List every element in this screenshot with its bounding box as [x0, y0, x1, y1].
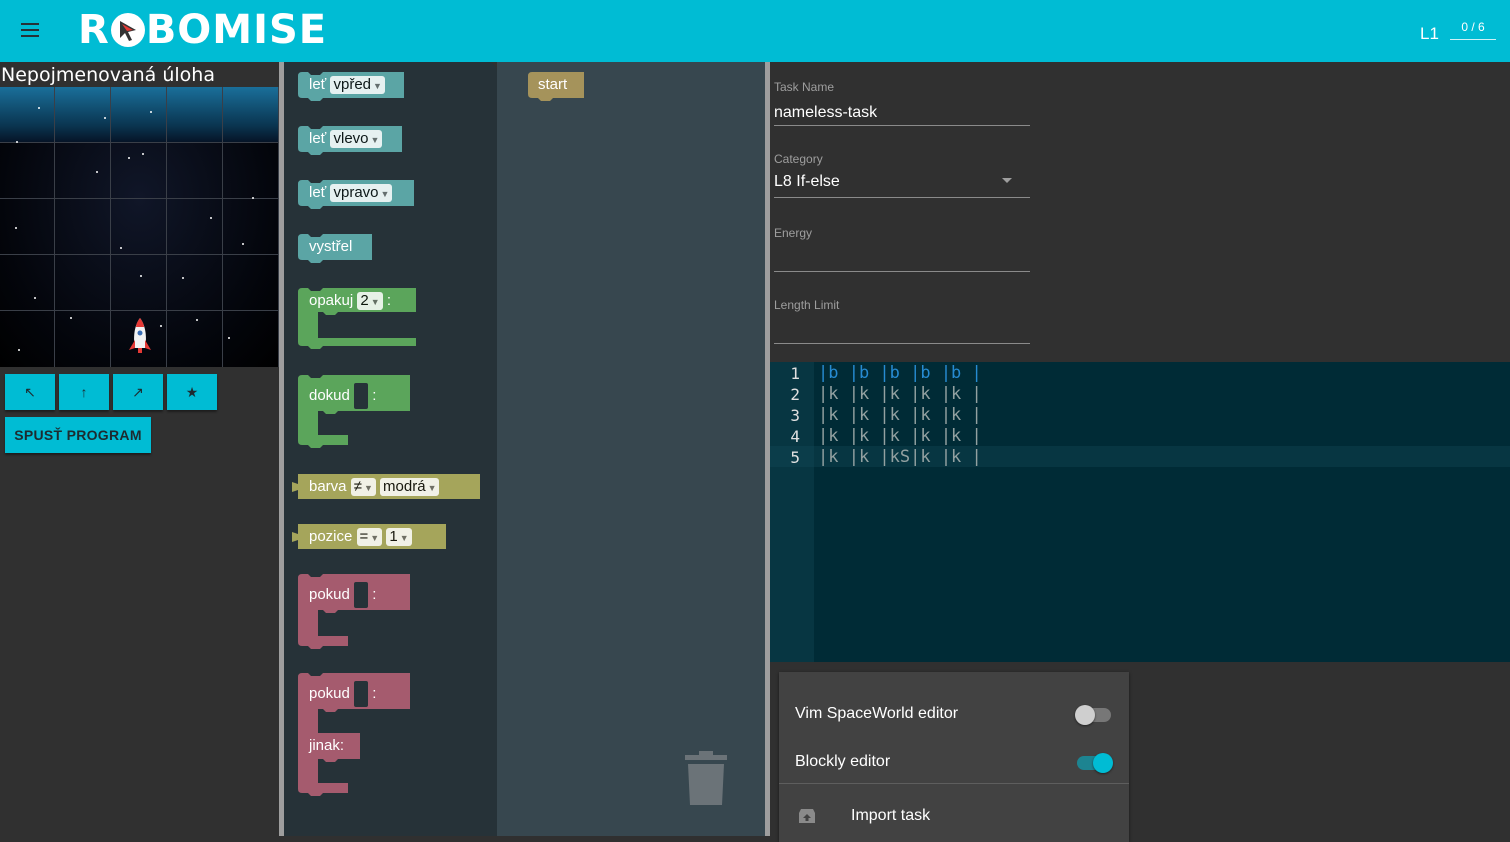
editor-settings-area: Vim SpaceWorld editor Blockly editor Imp… [770, 662, 1510, 842]
blockly-workspace[interactable]: start [497, 62, 765, 836]
code-line[interactable]: |k |k |k |k |k | [818, 405, 982, 425]
spaceworld-code-editor[interactable]: 1 2 3 4 5 |b |b |b |b |b | |k |k |k |k |… [770, 362, 1510, 662]
length-limit-label: Length Limit [774, 298, 840, 312]
condition-slot [354, 383, 369, 409]
line-number: 3 [790, 406, 800, 425]
code-line[interactable]: |k |k |kS|k |k | [818, 447, 982, 467]
code-line[interactable]: |b |b |b |b |b | [818, 363, 982, 383]
task-settings-form: Task Name nameless-task Category L8 If-e… [770, 62, 1510, 362]
space-world-grid [0, 87, 279, 367]
task-panel: Nepojmenovaná úloha ↖ ↑ ↗ ★ SPUSŤ PROGRA… [0, 62, 279, 836]
progress-counter: 0 / 6 [1450, 20, 1496, 40]
import-icon[interactable] [798, 807, 816, 825]
move-up-button[interactable]: ↑ [59, 374, 109, 410]
logo-rocket-icon [110, 13, 145, 47]
blockly-editor-label: Blockly editor [795, 753, 891, 770]
app-bar: R BOMISE L1 0 / 6 [0, 0, 1510, 62]
shoot-button[interactable]: ★ [167, 374, 217, 410]
line-number: 2 [790, 385, 800, 404]
space-wormhole-row [0, 87, 279, 142]
line-number: 5 [790, 448, 800, 467]
code-line[interactable]: |k |k |k |k |k | [818, 426, 982, 446]
task-title: Nepojmenovaná úloha [1, 64, 215, 86]
divider [779, 783, 1129, 784]
task-name-input[interactable]: nameless-task [774, 104, 877, 122]
category-select[interactable]: L8 If-else [774, 173, 840, 191]
category-label: Category [774, 152, 823, 166]
line-number: 1 [790, 364, 800, 383]
logo[interactable]: R BOMISE [78, 8, 327, 52]
condition-slot [354, 681, 369, 707]
line-number: 4 [790, 427, 800, 446]
blockly-toolbox: leť vpřed ▼ leť vlevo ▼ leť vpravo ▼ vystře… [284, 62, 497, 836]
editor-settings-card: Vim SpaceWorld editor Blockly editor Imp… [779, 672, 1129, 842]
else-label: jinak: [309, 737, 345, 754]
energy-label: Energy [774, 226, 813, 240]
vim-editor-label: Vim SpaceWorld editor [795, 705, 959, 722]
condition-slot [354, 582, 369, 608]
blockly-editor-toggle[interactable] [1077, 753, 1113, 773]
trash-icon[interactable] [685, 750, 729, 806]
rocket-icon [129, 318, 151, 353]
chevron-down-icon[interactable] [1002, 178, 1012, 183]
level-indicator: L1 [1420, 24, 1439, 43]
move-up-left-button[interactable]: ↖ [5, 374, 55, 410]
vim-editor-toggle[interactable] [1075, 705, 1111, 725]
move-up-right-button[interactable]: ↗ [113, 374, 163, 410]
run-program-button[interactable]: SPUSŤ PROGRAM [5, 417, 151, 453]
task-name-label: Task Name [774, 80, 835, 94]
import-task-button[interactable]: Import task [851, 807, 930, 825]
code-line[interactable]: |k |k |k |k |k | [818, 384, 982, 404]
menu-icon[interactable] [19, 20, 43, 40]
